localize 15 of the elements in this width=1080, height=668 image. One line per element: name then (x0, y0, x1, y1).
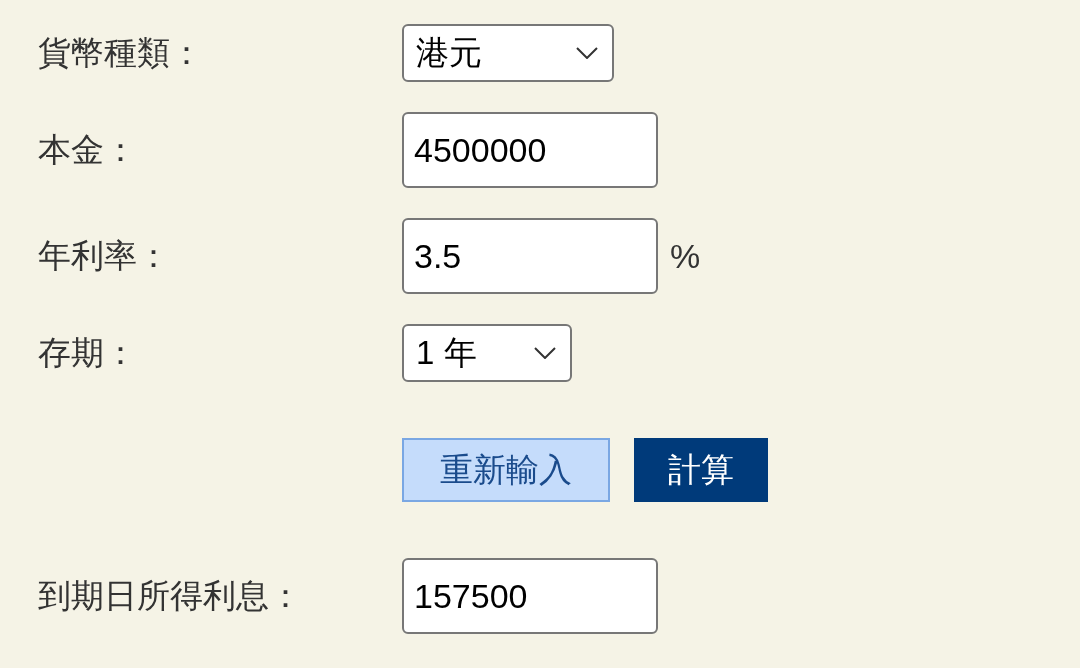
input-field[interactable]: 4500000 (402, 112, 658, 188)
dropdown[interactable]: 港元 (402, 24, 614, 82)
field-label: 年利率： (38, 234, 171, 277)
field-label: 存期： (38, 331, 138, 374)
input-field[interactable]: 3.5 (402, 218, 658, 294)
field-label: 貨幣種類： (38, 31, 204, 74)
unit-label: % (670, 236, 701, 276)
dropdown[interactable]: 1 年 (402, 324, 572, 382)
calculate-button[interactable]: 計算 (634, 438, 768, 502)
chevron-icon (576, 47, 598, 59)
chevron-icon (534, 347, 556, 359)
reset-button[interactable]: 重新輸入 (402, 438, 610, 502)
result-field[interactable]: 157500 (402, 558, 658, 634)
field-label: 本金： (38, 128, 138, 171)
field-label: 到期日所得利息： (38, 574, 303, 617)
